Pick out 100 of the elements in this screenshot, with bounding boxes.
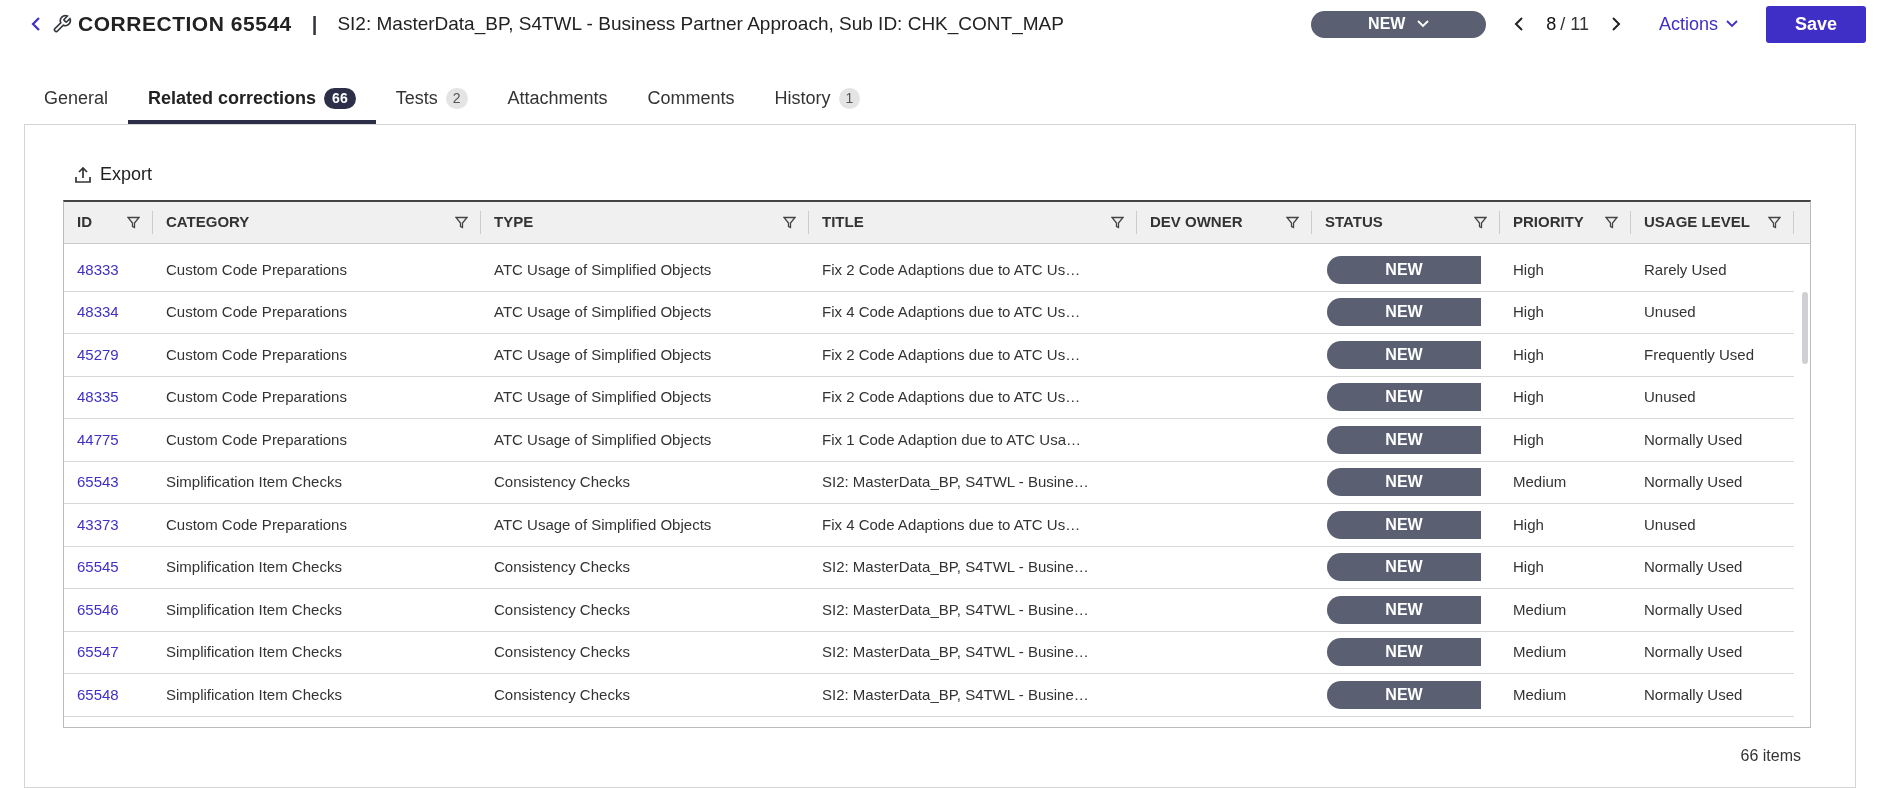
- column-header[interactable]: ID: [77, 211, 92, 234]
- table-cell: ATC Usage of Simplified Objects: [494, 388, 712, 406]
- id-link[interactable]: 48334: [77, 303, 119, 321]
- table-cell: Rarely Used: [1644, 260, 1727, 278]
- table-cell: Fix 2 Code Adaptions due to ATC Us…: [822, 260, 1081, 278]
- back-chevron-icon[interactable]: [30, 16, 42, 32]
- filter-icon[interactable]: [1286, 216, 1299, 229]
- tab[interactable]: Tests 2: [375, 76, 488, 124]
- id-link[interactable]: 65545: [77, 558, 119, 576]
- filter-icon[interactable]: [1474, 216, 1487, 229]
- chevron-down-icon: [1417, 20, 1430, 28]
- id-link[interactable]: 45279: [77, 345, 119, 363]
- table-cell: High: [1513, 558, 1544, 576]
- status-badge: NEW: [1327, 510, 1481, 539]
- id-link[interactable]: 65548: [77, 685, 119, 703]
- filter-icon[interactable]: [1605, 216, 1618, 229]
- table-cell: High: [1513, 388, 1544, 406]
- count-badge: 66: [324, 87, 356, 109]
- table-cell: Consistency Checks: [494, 558, 630, 576]
- page-subtitle: SI2: MasterData_BP, S4TWL - Business Partner Approach, Sub ID: CHK_CONT_MAP: [337, 11, 1064, 37]
- page-total: / 11: [1560, 12, 1589, 36]
- item-count: 66 items: [1740, 746, 1801, 766]
- tab[interactable]: Related corrections 66: [128, 76, 376, 124]
- table-cell: Consistency Checks: [494, 473, 630, 491]
- previous-icon[interactable]: [1514, 16, 1525, 32]
- id-link[interactable]: 43373: [77, 515, 119, 533]
- filter-icon[interactable]: [1768, 216, 1781, 229]
- column-header[interactable]: CATEGORY: [166, 211, 250, 234]
- id-link[interactable]: 65547: [77, 643, 119, 661]
- table-cell: Custom Code Preparations: [166, 303, 347, 321]
- status-badge: NEW: [1327, 595, 1481, 624]
- status-badge: NEW: [1327, 255, 1481, 284]
- table-cell: Unused: [1644, 303, 1696, 321]
- table-cell: Normally Used: [1644, 685, 1743, 703]
- next-icon[interactable]: [1610, 16, 1621, 32]
- table-cell: SI2: MasterData_BP, S4TWL - Busine…: [822, 473, 1089, 491]
- actions-menu[interactable]: Actions: [1658, 10, 1738, 38]
- table-cell: Custom Code Preparations: [166, 388, 347, 406]
- id-link[interactable]: 65546: [77, 600, 119, 618]
- table-cell: ATC Usage of Simplified Objects: [494, 430, 712, 448]
- table-cell: Medium: [1513, 600, 1567, 618]
- table-cell: Fix 4 Code Adaptions due to ATC Us…: [822, 515, 1081, 533]
- table-cell: Normally Used: [1644, 473, 1743, 491]
- table-cell: Normally Used: [1644, 558, 1743, 576]
- filter-icon[interactable]: [1111, 216, 1124, 229]
- column-header[interactable]: TITLE: [822, 211, 864, 234]
- count-badge: 1: [838, 87, 861, 109]
- count-badge: 2: [445, 87, 468, 109]
- scrollbar-thumb[interactable]: [1802, 292, 1808, 364]
- filter-icon[interactable]: [455, 216, 468, 229]
- table-cell: Frequently Used: [1644, 345, 1755, 363]
- table-cell: High: [1513, 430, 1544, 448]
- table-cell: Simplification Item Checks: [166, 685, 342, 703]
- status-badge: NEW: [1327, 680, 1481, 709]
- export-button[interactable]: Export: [74, 161, 153, 188]
- table-cell: Consistency Checks: [494, 643, 630, 661]
- status-badge: NEW: [1327, 638, 1481, 667]
- table-cell: Custom Code Preparations: [166, 260, 347, 278]
- id-link[interactable]: 65543: [77, 473, 119, 491]
- status-badge: NEW: [1327, 298, 1481, 327]
- status-badge: NEW: [1327, 468, 1481, 497]
- table-cell: Normally Used: [1644, 643, 1743, 661]
- column-header[interactable]: DEV OWNER: [1150, 211, 1243, 234]
- table-cell: Simplification Item Checks: [166, 558, 342, 576]
- tab[interactable]: Attachments: [487, 76, 628, 124]
- upload-icon: [74, 165, 92, 184]
- chevron-down-icon: [1726, 20, 1738, 28]
- table-cell: Normally Used: [1644, 600, 1743, 618]
- id-link[interactable]: 48335: [77, 388, 119, 406]
- column-header[interactable]: USAGE LEVEL: [1644, 211, 1750, 234]
- table-cell: Medium: [1513, 473, 1567, 491]
- column-header[interactable]: PRIORITY: [1513, 211, 1584, 234]
- table-cell: Consistency Checks: [494, 685, 630, 703]
- tab[interactable]: General: [24, 76, 129, 124]
- table-cell: SI2: MasterData_BP, S4TWL - Busine…: [822, 685, 1089, 703]
- status-badge: NEW: [1327, 340, 1481, 369]
- table-cell: Simplification Item Checks: [166, 473, 342, 491]
- table-cell: High: [1513, 303, 1544, 321]
- table-cell: SI2: MasterData_BP, S4TWL - Busine…: [822, 643, 1089, 661]
- table-cell: ATC Usage of Simplified Objects: [494, 345, 712, 363]
- id-link[interactable]: 44775: [77, 430, 119, 448]
- filter-icon[interactable]: [783, 216, 796, 229]
- table-cell: High: [1513, 515, 1544, 533]
- page-title: CORRECTION 65544: [78, 11, 292, 38]
- page-number: 8: [1546, 12, 1557, 36]
- status-badge: NEW: [1327, 383, 1481, 412]
- id-link[interactable]: 48333: [77, 260, 119, 278]
- table-cell: ATC Usage of Simplified Objects: [494, 515, 712, 533]
- column-header[interactable]: STATUS: [1325, 211, 1383, 234]
- table-cell: Medium: [1513, 643, 1567, 661]
- save-button[interactable]: Save: [1766, 5, 1866, 43]
- table-cell: Custom Code Preparations: [166, 345, 347, 363]
- tab[interactable]: History 1: [754, 76, 881, 124]
- filter-icon[interactable]: [127, 216, 140, 229]
- column-header[interactable]: TYPE: [494, 211, 534, 234]
- tab[interactable]: Comments: [627, 76, 755, 124]
- table-cell: Normally Used: [1644, 430, 1743, 448]
- table-cell: High: [1513, 345, 1544, 363]
- status-dropdown[interactable]: NEW: [1311, 10, 1487, 38]
- table-cell: Unused: [1644, 388, 1696, 406]
